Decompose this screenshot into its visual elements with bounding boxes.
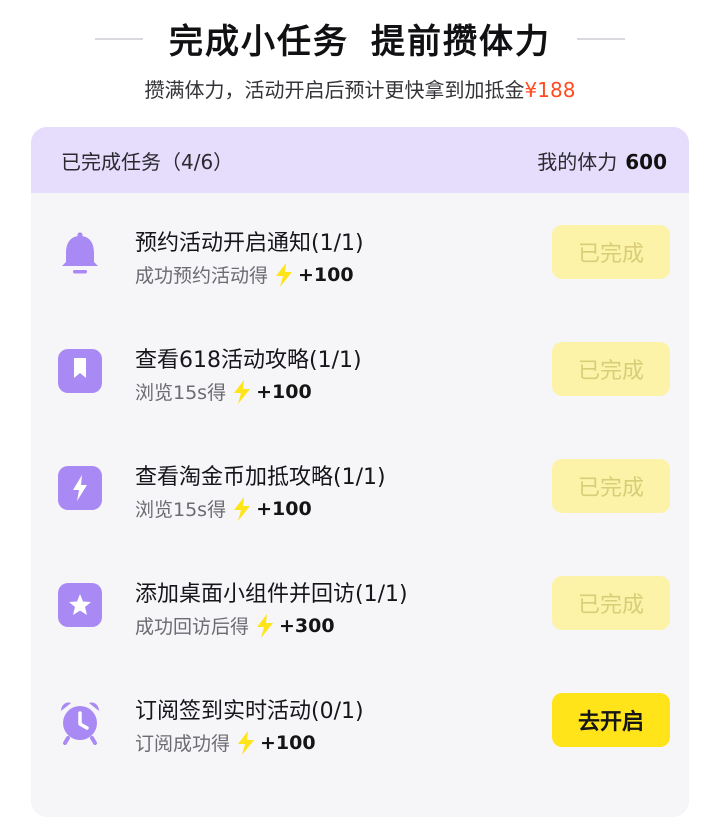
star-icon [57, 582, 103, 628]
page-title: 完成小任务 提前攒体力 [169, 14, 551, 63]
task-desc: 成功预约活动得 +100 [135, 261, 354, 288]
lightning-bolt-icon [238, 730, 255, 755]
subtitle-amount: ¥188 [524, 78, 576, 102]
stamina-label: 我的体力 [537, 149, 618, 174]
lightning-bolt-icon [276, 262, 293, 287]
lightning-bolt-icon [234, 496, 251, 521]
stamina-value: 600 [625, 149, 667, 174]
task-item: 查看618活动攻略(1/1) 浏览15s得 +100 已完成 [31, 328, 689, 408]
task-item: 添加桌面小组件并回访(1/1) 成功回访后得 +300 已完成 [31, 562, 689, 642]
page-header: 完成小任务 提前攒体力 攒满体力，活动开启后预计更快拿到加抵金¥188 [0, 0, 720, 128]
task-desc: 成功回访后得 +300 [135, 612, 335, 639]
task-reward: +100 [256, 380, 312, 403]
task-desc-text: 成功预约活动得 [135, 265, 269, 287]
task-status-button[interactable]: 已完成 [552, 342, 670, 396]
lightning-bolt-icon [257, 613, 274, 638]
subtitle-text: 攒满体力，活动开启后预计更快拿到加抵金 [144, 78, 525, 102]
task-desc: 浏览15s得 +100 [135, 378, 312, 405]
task-desc: 订阅成功得 +100 [135, 729, 316, 756]
task-reward: +100 [256, 497, 312, 520]
task-reward: +300 [279, 614, 335, 637]
task-item: 查看淘金币加抵攻略(1/1) 浏览15s得 +100 已完成 [31, 445, 689, 525]
task-progress: 已完成任务（4/6） [61, 149, 234, 174]
task-status-button[interactable]: 已完成 [552, 225, 670, 279]
task-item: 订阅签到实时活动(0/1) 订阅成功得 +100 去开启 [31, 679, 689, 759]
task-desc-text: 浏览15s得 [135, 382, 227, 404]
task-status-button[interactable]: 已完成 [552, 459, 670, 513]
title-part-2: 提前攒体力 [371, 22, 551, 62]
bell-icon [57, 231, 103, 277]
task-name: 查看淘金币加抵攻略(1/1) [135, 465, 386, 490]
lightning-icon [57, 465, 103, 511]
lightning-bolt-icon [234, 379, 251, 404]
stamina-display: 我的体力 600 [537, 146, 667, 175]
task-name: 添加桌面小组件并回访(1/1) [135, 582, 408, 607]
task-name: 订阅签到实时活动(0/1) [135, 699, 364, 724]
page-subtitle: 攒满体力，活动开启后预计更快拿到加抵金¥188 [0, 74, 720, 103]
task-desc: 浏览15s得 +100 [135, 495, 312, 522]
task-summary-bar: 已完成任务（4/6） 我的体力 600 [31, 127, 689, 193]
title-divider-left [95, 37, 143, 40]
task-name: 预约活动开启通知(1/1) [135, 231, 364, 256]
title-divider-right [577, 37, 625, 40]
start-task-button[interactable]: 去开启 [552, 693, 670, 747]
task-desc-text: 浏览15s得 [135, 499, 227, 521]
task-desc-text: 成功回访后得 [135, 616, 250, 638]
task-item: 预约活动开启通知(1/1) 成功预约活动得 +100 已完成 [31, 211, 689, 291]
task-name: 查看618活动攻略(1/1) [135, 348, 362, 373]
title-row: 完成小任务 提前攒体力 [0, 14, 720, 63]
task-card: 已完成任务（4/6） 我的体力 600 预约活动开启通知(1/1) 成功预约活动得… [31, 127, 689, 817]
bookmark-icon [57, 348, 103, 394]
alarm-clock-icon [57, 699, 103, 745]
task-desc-text: 订阅成功得 [135, 733, 231, 755]
title-part-1: 完成小任务 [169, 22, 349, 62]
task-reward: +100 [260, 731, 316, 754]
task-status-button[interactable]: 已完成 [552, 576, 670, 630]
task-reward: +100 [298, 263, 354, 286]
